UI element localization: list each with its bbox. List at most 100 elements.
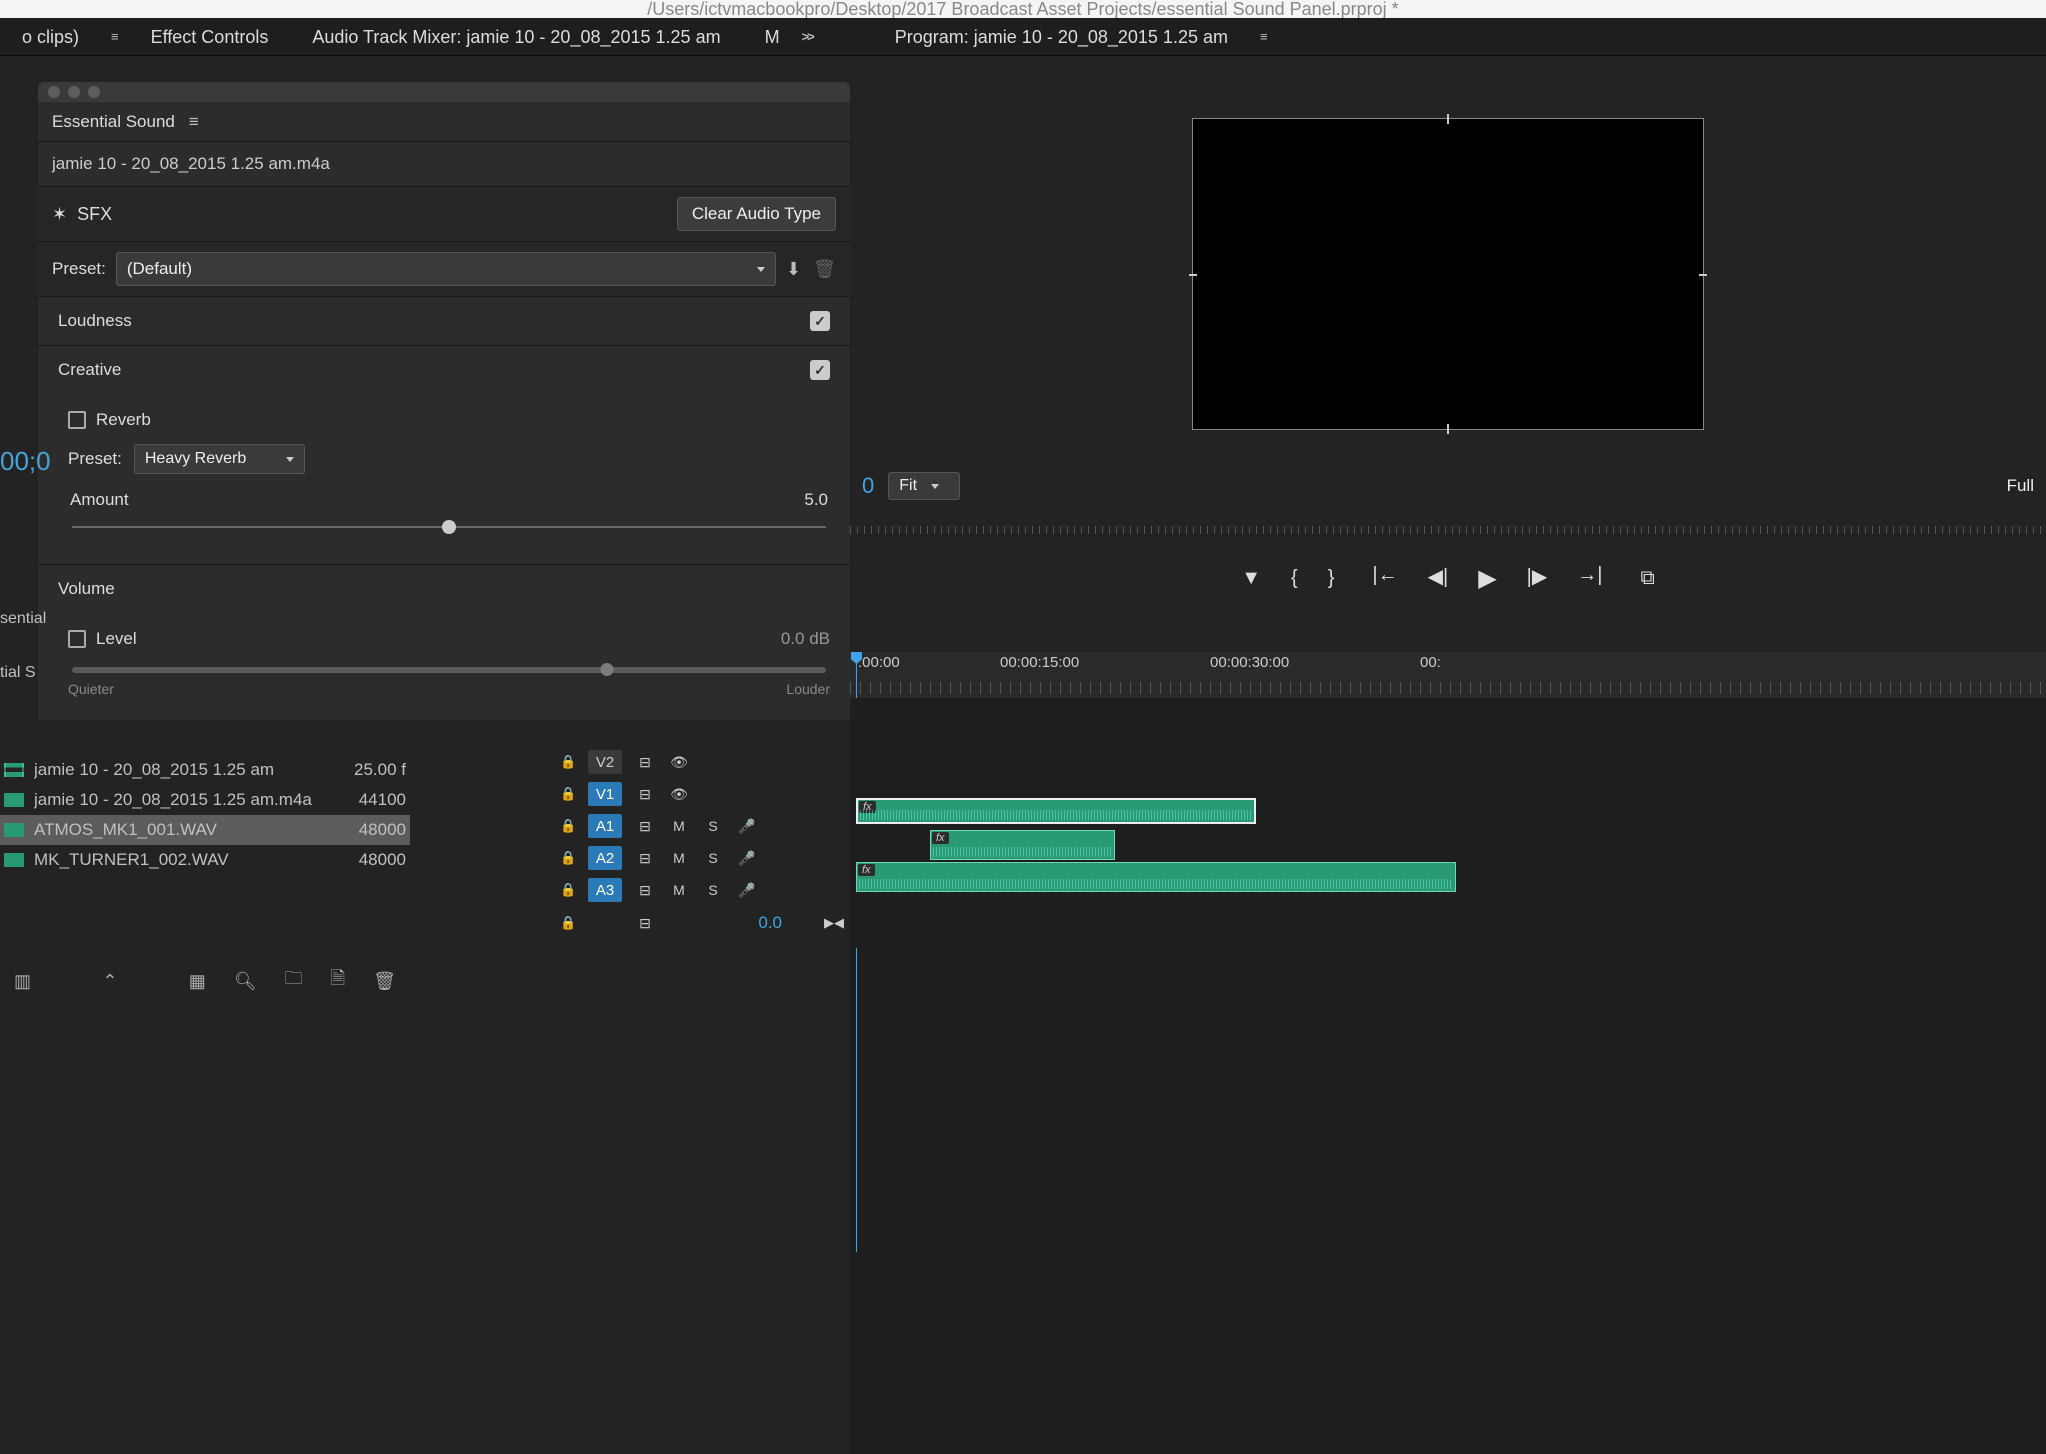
lock-icon[interactable]: 🔒 [560,850,576,866]
mic-icon[interactable]: 🎤 [736,850,758,867]
lift-icon[interactable]: ⧉ [1640,567,1654,590]
full-label[interactable]: Full [2007,476,2034,496]
lock-icon[interactable]: 🔒 [560,786,576,802]
level-checkbox[interactable] [68,630,86,648]
creative-toggle[interactable]: ✓ [810,360,830,380]
tab-noclips[interactable]: o clips) [0,18,101,56]
project-row[interactable]: ATMOS_MK1_001.WAV 48000 [0,815,410,845]
project-row[interactable]: jamie 10 - 20_08_2015 1.25 am 25.00 f [0,755,410,785]
mic-icon[interactable]: 🎤 [736,882,758,899]
marker-icon[interactable]: ▼ [1241,567,1261,590]
mute-button[interactable]: M [668,850,690,866]
lock-icon[interactable]: 🔒 [560,882,576,898]
amount-slider[interactable] [72,526,826,528]
list-view-icon[interactable]: ▥ [14,971,31,992]
track-row-v2[interactable]: 🔒 V2 ⊟ 👁 [554,746,850,778]
tab-effect-controls[interactable]: Effect Controls [129,18,291,56]
level-slider[interactable] [72,667,826,673]
program-timecode[interactable]: 0 [862,473,874,499]
toggle-sync-icon[interactable]: ⊟ [634,818,656,835]
delete-preset-icon[interactable]: 🗑 [813,259,836,280]
timeline-clip-a3[interactable]: fx [856,862,1456,892]
track-row-a3[interactable]: 🔒 A3 ⊟ M S 🎤 [554,874,850,906]
toggle-sync-icon[interactable]: ⊟ [634,915,656,932]
mic-icon[interactable]: 🎤 [736,818,758,835]
clear-audio-type-button[interactable]: Clear Audio Type [677,197,836,231]
floating-window-chrome[interactable] [38,82,850,102]
lock-icon[interactable]: 🔒 [560,818,576,834]
save-preset-icon[interactable]: ⬇ [786,259,801,280]
resize-handle-right[interactable] [1699,274,1707,276]
track-row-a1[interactable]: 🔒 A1 ⊟ M S 🎤 [554,810,850,842]
program-panel-menu-icon[interactable]: ≡ [1260,29,1268,44]
mute-button[interactable]: M [668,818,690,834]
tab-program[interactable]: Program: jamie 10 - 20_08_2015 1.25 am [873,18,1250,56]
new-item-icon[interactable]: 🗎 [331,966,345,996]
master-level[interactable]: 0.0 [668,913,812,933]
program-canvas[interactable] [1192,118,1704,430]
mute-button[interactable]: M [668,882,690,898]
go-to-out-icon[interactable]: →| [1577,564,1602,593]
overflow-icon[interactable]: >> [802,29,813,44]
toggle-sync-icon[interactable]: ⊟ [634,850,656,867]
reverb-checkbox[interactable] [68,411,86,429]
track-row-v1[interactable]: 🔒 V1 ⊟ 👁 [554,778,850,810]
panel-options-icon[interactable]: ≡ [189,112,199,132]
timeline-clip-a2[interactable]: fx [930,830,1115,860]
time-ruler[interactable]: :00:00 00:00:15:00 00:00:30:00 00: [850,652,2046,698]
track-badge-a2[interactable]: A2 [588,846,622,870]
amount-value[interactable]: 5.0 [804,490,828,510]
go-to-in-icon[interactable]: |← [1372,564,1397,593]
level-slider-thumb[interactable] [601,663,614,676]
traffic-close-icon[interactable] [48,86,60,98]
snap-icon[interactable]: ▶◀ [824,915,844,931]
project-row[interactable]: jamie 10 - 20_08_2015 1.25 am.m4a 44100 [0,785,410,815]
amount-slider-thumb[interactable] [442,520,456,534]
preset-dropdown[interactable]: (Default) [116,252,776,286]
icon-view-icon[interactable]: ▦ [189,971,206,992]
toggle-sync-icon[interactable]: ⊟ [634,754,656,771]
lock-icon[interactable]: 🔒 [560,754,576,770]
toggle-output-icon[interactable]: 👁 [668,754,690,771]
solo-button[interactable]: S [702,850,724,866]
creative-header[interactable]: Creative ✓ [38,346,850,394]
program-scrub-bar[interactable] [850,514,2046,544]
tab-truncated[interactable]: M [743,18,802,56]
resize-handle-bottom[interactable] [1447,424,1449,434]
volume-header[interactable]: Volume [38,565,850,613]
solo-button[interactable]: S [702,882,724,898]
new-bin-icon[interactable]: 🗀 [285,966,303,996]
level-value[interactable]: 0.0 dB [781,629,830,649]
step-back-icon[interactable]: ◀| [1428,564,1449,593]
track-badge-a3[interactable]: A3 [588,878,622,902]
play-icon[interactable]: ▶ [1478,564,1496,593]
resize-handle-top[interactable] [1447,114,1449,124]
lock-icon[interactable]: 🔒 [560,915,576,931]
trash-icon[interactable]: 🗑 [373,971,396,992]
reverb-preset-dropdown[interactable]: Heavy Reverb [134,444,305,474]
track-badge-a1[interactable]: A1 [588,814,622,838]
traffic-max-icon[interactable] [88,86,100,98]
loudness-toggle[interactable]: ✓ [810,311,830,331]
toggle-sync-icon[interactable]: ⊟ [634,786,656,803]
track-badge-v1[interactable]: V1 [588,782,622,806]
track-row-a2[interactable]: 🔒 A2 ⊟ M S 🎤 [554,842,850,874]
panel-menu-icon[interactable]: ≡ [111,29,119,44]
in-bracket-icon[interactable]: { [1291,567,1298,590]
traffic-min-icon[interactable] [68,86,80,98]
solo-button[interactable]: S [702,818,724,834]
track-badge-v2[interactable]: V2 [588,750,622,774]
track-row-master[interactable]: 🔒 ⊟ 0.0 ▶◀ [554,906,850,940]
timeline-clip-a1[interactable]: fx [856,798,1256,824]
out-bracket-icon[interactable]: } [1328,567,1335,590]
zoom-dropdown[interactable]: Fit [888,472,960,500]
step-forward-icon[interactable]: |▶ [1527,564,1548,593]
project-row[interactable]: MK_TURNER1_002.WAV 48000 [0,845,410,875]
search-icon[interactable]: 🔍︎ [234,971,257,992]
loudness-header[interactable]: Loudness ✓ [38,297,850,345]
resize-handle-left[interactable] [1189,274,1197,276]
tab-audio-track-mixer[interactable]: Audio Track Mixer: jamie 10 - 20_08_2015… [290,18,742,56]
up-icon[interactable]: ⌃ [102,971,117,992]
toggle-output-icon[interactable]: 👁 [668,786,690,803]
toggle-sync-icon[interactable]: ⊟ [634,882,656,899]
